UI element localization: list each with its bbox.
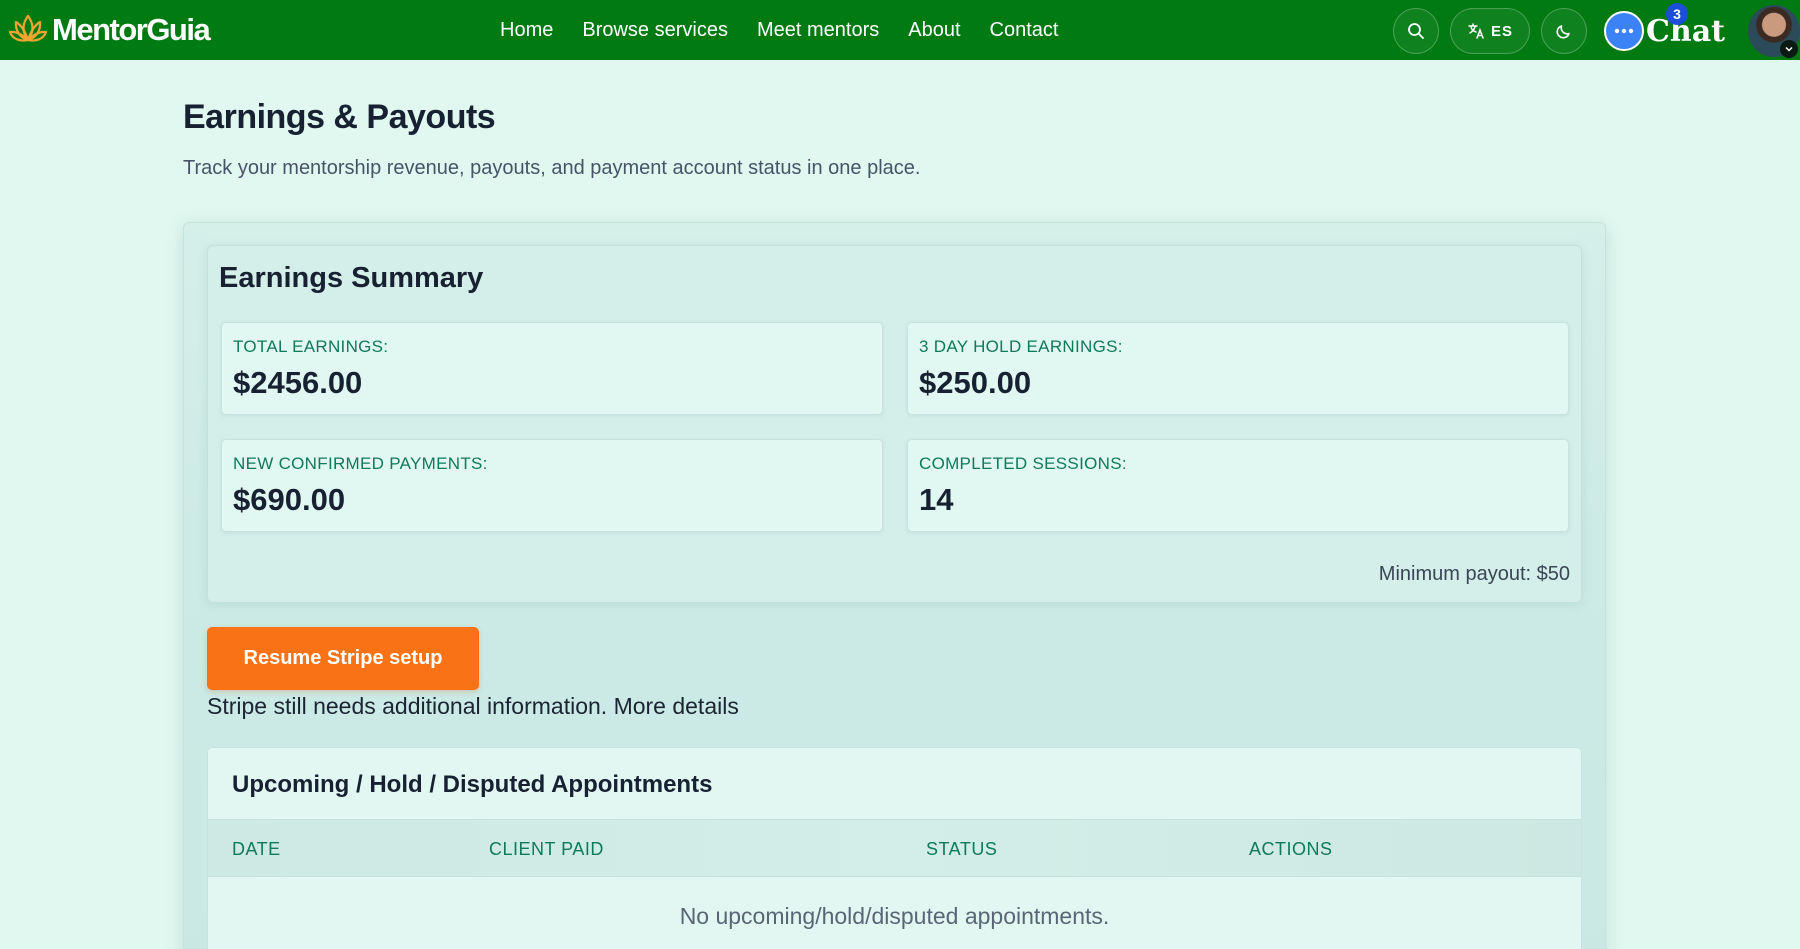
stat-value: $250.00	[919, 365, 1032, 400]
appointments-card: Upcoming / Hold / Disputed Appointments …	[207, 747, 1582, 949]
chat-unread-badge: 3	[1666, 3, 1688, 25]
nav-link-meet-mentors[interactable]: Meet mentors	[757, 19, 879, 42]
stat-completed-sessions: COMPLETED SESSIONS: 14	[907, 439, 1569, 532]
column-header-date: DATE	[232, 839, 281, 859]
stat-total-earnings: TOTAL EARNINGS: $2456.00	[221, 322, 883, 415]
more-details-link[interactable]: More details	[614, 693, 739, 719]
stat-value: $2456.00	[233, 365, 363, 400]
stat-hold-earnings: 3 DAY HOLD EARNINGS: $250.00	[907, 322, 1569, 415]
resume-stripe-setup-button[interactable]: Resume Stripe setup	[207, 627, 479, 690]
nav-link-home[interactable]: Home	[500, 19, 553, 42]
chat-bubble-icon	[1604, 11, 1644, 51]
stat-label: NEW CONFIRMED PAYMENTS:	[233, 454, 488, 473]
stat-label: COMPLETED SESSIONS:	[919, 454, 1127, 473]
column-header-client-paid: CLIENT PAID	[489, 839, 604, 859]
theme-toggle-button[interactable]	[1541, 8, 1587, 54]
stat-value: 14	[919, 482, 954, 517]
brand[interactable]: MentorGuia	[8, 8, 211, 52]
appointments-title: Upcoming / Hold / Disputed Appointments	[232, 771, 713, 798]
nav-link-contact[interactable]: Contact	[990, 19, 1059, 42]
moon-icon	[1556, 25, 1570, 39]
stat-value: $690.00	[233, 482, 346, 517]
search-button[interactable]	[1393, 8, 1439, 54]
minimum-payout: Minimum payout: $50	[1378, 563, 1570, 585]
nav-link-about[interactable]: About	[908, 19, 960, 42]
page-title: Earnings & Payouts	[183, 98, 496, 136]
page-subtitle: Track your mentorship revenue, payouts, …	[183, 157, 921, 179]
column-header-actions: ACTIONS	[1249, 839, 1333, 859]
stripe-note-text: Stripe still needs additional informatio…	[207, 693, 608, 719]
brand-name: MentorGuia	[52, 12, 211, 47]
summary-title: Earnings Summary	[219, 262, 484, 294]
main-nav: Home Browse services Meet mentors About …	[500, 0, 1087, 60]
stat-new-confirmed-payments: NEW CONFIRMED PAYMENTS: $690.00	[221, 439, 883, 532]
stat-label: TOTAL EARNINGS:	[233, 337, 389, 356]
chevron-down-icon[interactable]	[1780, 40, 1798, 58]
top-navbar: MentorGuia Home Browse services Meet men…	[0, 0, 1800, 60]
language-code: ES	[1490, 22, 1513, 40]
appointments-empty-state: No upcoming/hold/disputed appointments.	[679, 903, 1110, 929]
lotus-logo-icon	[8, 14, 48, 42]
chat-button[interactable]: Chat	[1604, 6, 1725, 56]
nav-link-browse-services[interactable]: Browse services	[582, 19, 728, 42]
appointments-table-header: DATE CLIENT PAID STATUS ACTIONS	[208, 819, 1581, 877]
translate-icon	[1468, 23, 1484, 39]
stripe-status-note: Stripe still needs additional informatio…	[207, 693, 739, 720]
language-toggle[interactable]: ES	[1450, 8, 1530, 54]
earnings-summary-card	[207, 245, 1582, 603]
search-icon	[1408, 23, 1424, 39]
stat-label: 3 DAY HOLD EARNINGS:	[919, 337, 1123, 356]
column-header-status: STATUS	[926, 839, 998, 859]
